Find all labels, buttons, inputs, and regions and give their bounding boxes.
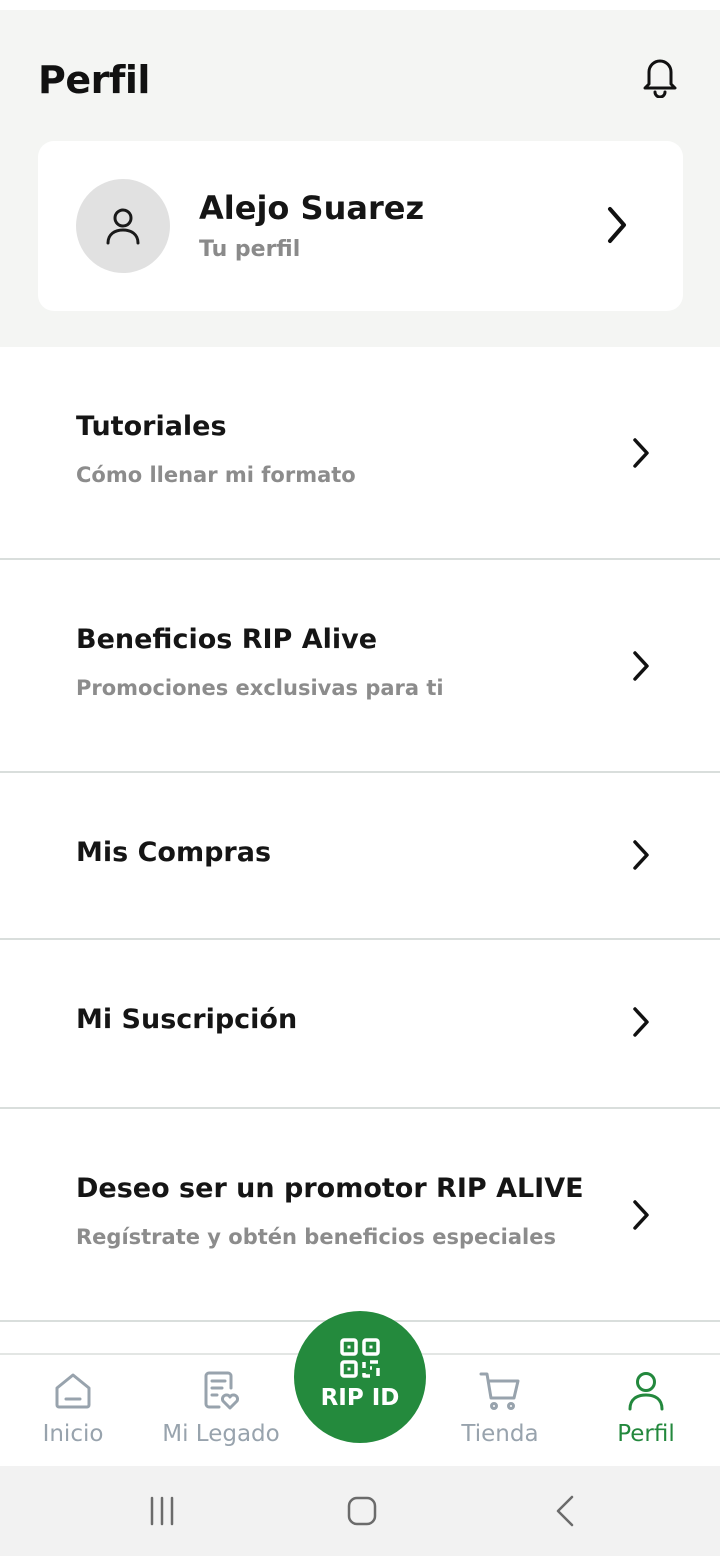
chevron-right-icon bbox=[608, 207, 626, 243]
nav-inicio[interactable]: Inicio bbox=[18, 1355, 128, 1468]
chevron-right-icon bbox=[633, 1007, 649, 1037]
user-icon bbox=[628, 1372, 664, 1411]
chevron-right-icon bbox=[633, 840, 649, 870]
menu-item-title: Mi Suscripción bbox=[76, 1004, 298, 1035]
profile-header: Perfil Alejo Suarez Tu perfil bbox=[0, 10, 720, 347]
qr-code-icon bbox=[340, 1338, 380, 1378]
rip-id-label: RIP ID bbox=[320, 1385, 400, 1411]
profile-card[interactable]: Alejo Suarez Tu perfil bbox=[38, 141, 683, 311]
recent-apps-icon bbox=[150, 1496, 174, 1526]
user-icon bbox=[106, 208, 140, 245]
menu-item-beneficios[interactable]: Beneficios RIP Alive Promociones exclusi… bbox=[0, 560, 720, 773]
chevron-right-icon bbox=[633, 1200, 649, 1230]
nav-label: Inicio bbox=[42, 1421, 104, 1447]
avatar bbox=[76, 179, 170, 273]
menu-item-subtitle: Cómo llenar mi formato bbox=[76, 463, 356, 487]
system-navigation-bar bbox=[0, 1466, 720, 1556]
nav-tienda[interactable]: Tienda bbox=[450, 1355, 550, 1468]
menu-item-title: Deseo ser un promotor RIP ALIVE bbox=[76, 1173, 584, 1204]
notifications-button[interactable] bbox=[636, 52, 684, 100]
menu-item-promotor[interactable]: Deseo ser un promotor RIP ALIVE Regístra… bbox=[0, 1109, 720, 1322]
bell-icon bbox=[643, 59, 677, 98]
nav-label: Mi Legado bbox=[162, 1421, 280, 1447]
document-heart-icon bbox=[204, 1371, 239, 1410]
back-system-button[interactable] bbox=[534, 1466, 598, 1556]
chevron-right-icon bbox=[633, 438, 649, 468]
menu-item-subtitle: Promociones exclusivas para ti bbox=[76, 676, 444, 700]
chevron-right-icon bbox=[633, 651, 649, 681]
cart-icon bbox=[479, 1372, 520, 1410]
menu-item-subtitle: Regístrate y obtén beneficios especiales bbox=[76, 1225, 556, 1249]
nav-label: Tienda bbox=[461, 1421, 539, 1447]
nav-perfil[interactable]: Perfil bbox=[604, 1355, 688, 1468]
rip-id-button[interactable]: RIP ID bbox=[294, 1311, 426, 1443]
profile-subtitle: Tu perfil bbox=[199, 237, 301, 262]
profile-name: Alejo Suarez bbox=[199, 189, 425, 227]
menu-item-tutoriales[interactable]: Tutoriales Cómo llenar mi formato bbox=[0, 347, 720, 560]
nav-label: Perfil bbox=[617, 1421, 675, 1447]
home-system-button[interactable] bbox=[330, 1466, 394, 1556]
status-strip bbox=[0, 0, 720, 10]
menu-item-title: Mis Compras bbox=[76, 837, 272, 868]
menu-item-mis-compras[interactable]: Mis Compras bbox=[0, 773, 720, 940]
menu-item-mi-suscripcion[interactable]: Mi Suscripción bbox=[0, 940, 720, 1109]
menu-item-title: Tutoriales bbox=[76, 411, 227, 442]
back-icon bbox=[556, 1495, 574, 1527]
profile-menu: Tutoriales Cómo llenar mi formato Benefi… bbox=[0, 347, 720, 1322]
home-icon bbox=[55, 1373, 91, 1409]
home-square-icon bbox=[347, 1496, 377, 1526]
nav-mi-legado[interactable]: Mi Legado bbox=[160, 1355, 282, 1468]
page-title: Perfil bbox=[38, 58, 150, 102]
menu-item-title: Beneficios RIP Alive bbox=[76, 624, 378, 655]
recent-apps-button[interactable] bbox=[130, 1466, 194, 1556]
